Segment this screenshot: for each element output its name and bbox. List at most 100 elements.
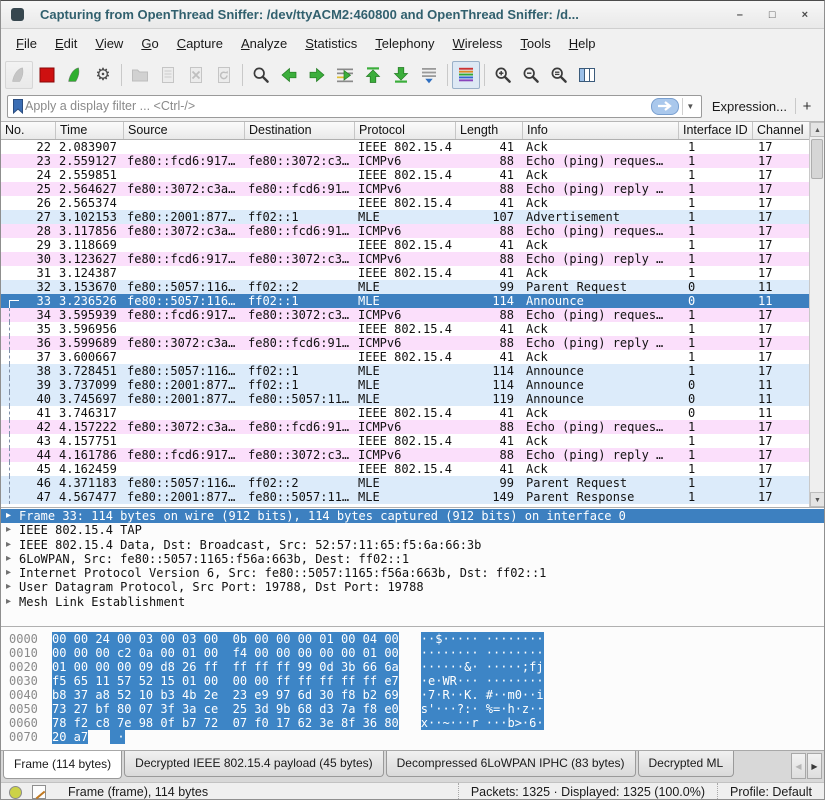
stop-capture-icon[interactable] [33,61,61,89]
packet-row-40[interactable]: 403.745697fe80::2001:877…fe80::5057:11…M… [1,392,809,406]
hex-ascii[interactable]: ·e·WR··· ········ [421,674,544,688]
column-header-channel[interactable]: Channel [753,122,811,139]
hex-bytes[interactable]: b8 37 a8 52 10 b3 4b 2e 23 e9 97 6d 30 f… [52,688,399,702]
byte-view-tab-0[interactable]: Frame (114 bytes) [3,751,122,779]
zoom-in-icon[interactable] [489,61,517,89]
hex-bytes[interactable]: 01 00 00 00 09 d8 26 ff ff ff ff 99 0d 3… [52,660,399,674]
packet-row-42[interactable]: 424.157222fe80::3072:c3a…fe80::fcd6:91…I… [1,420,809,434]
minimize-button[interactable]: – [737,10,743,20]
packet-row-23[interactable]: 232.559127fe80::fcd6:917…fe80::3072:c3…I… [1,154,809,168]
reload-file-icon[interactable] [210,61,238,89]
display-filter-field[interactable]: ▼ [7,95,702,118]
scroll-down-arrow-icon[interactable]: ▼ [810,492,825,507]
packet-row-24[interactable]: 242.559851IEEE 802.15.441Ack117 [1,168,809,182]
go-back-icon[interactable] [275,61,303,89]
hex-bytes[interactable]: 00 00 00 c2 0a 00 01 00 f4 00 00 00 00 0… [52,646,399,660]
packet-row-36[interactable]: 363.599689fe80::3072:c3a…fe80::fcd6:91…I… [1,336,809,350]
packet-row-26[interactable]: 262.565374IEEE 802.15.441Ack117 [1,196,809,210]
packet-row-47[interactable]: 474.567477fe80::2001:877…fe80::5057:11…M… [1,490,809,504]
packet-row-29[interactable]: 293.118669IEEE 802.15.441Ack117 [1,238,809,252]
colorize-icon[interactable] [452,61,480,89]
save-file-icon[interactable] [154,61,182,89]
column-header-length[interactable]: Length [456,122,523,139]
packet-list-scrollbar[interactable]: ▲ ▼ [809,122,824,507]
menu-go[interactable]: Go [132,32,167,55]
packet-row-22[interactable]: 222.083907IEEE 802.15.441Ack117 [1,140,809,154]
tab-scroll-right-icon[interactable]: ▶ [807,753,822,779]
detail-line-5[interactable]: ▸User Datagram Protocol, Src Port: 19788… [1,580,824,594]
scroll-up-arrow-icon[interactable]: ▲ [810,122,825,137]
go-to-packet-icon[interactable] [331,61,359,89]
expander-triangle-icon[interactable]: ▸ [6,552,11,566]
detail-line-2[interactable]: ▸IEEE 802.15.4 Data, Dst: Broadcast, Src… [1,538,824,552]
expander-triangle-icon[interactable]: ▸ [6,595,11,609]
packet-row-38[interactable]: 383.728451fe80::5057:116…ff02::1MLE114An… [1,364,809,378]
detail-line-3[interactable]: ▸6LoWPAN, Src: fe80::5057:1165:f56a:663b… [1,552,824,566]
display-filter-input[interactable] [25,99,651,113]
expander-triangle-icon[interactable]: ▸ [6,509,11,523]
scrollbar-thumb[interactable] [811,139,823,179]
packet-row-33[interactable]: 333.236526fe80::5057:116…ff02::1MLE114An… [1,294,809,308]
hex-ascii[interactable]: ······&· ·····;fj [421,660,544,674]
byte-view-tab-3[interactable]: Decrypted ML [638,751,735,777]
hex-row-0000[interactable]: 000000 00 24 00 03 00 03 00 0b 00 00 00 … [1,632,824,646]
hex-row-0010[interactable]: 001000 00 00 c2 0a 00 01 00 f4 00 00 00 … [1,646,824,660]
packet-row-39[interactable]: 393.737099fe80::2001:877…ff02::1MLE114An… [1,378,809,392]
packet-row-41[interactable]: 413.746317IEEE 802.15.441Ack011 [1,406,809,420]
start-capture-icon[interactable] [5,61,33,89]
bookmark-icon[interactable] [11,98,25,115]
go-last-icon[interactable] [387,61,415,89]
zoom-out-icon[interactable] [517,61,545,89]
packet-row-31[interactable]: 313.124387IEEE 802.15.441Ack117 [1,266,809,280]
menu-file[interactable]: File [7,32,46,55]
packet-row-46[interactable]: 464.371183fe80::5057:116…ff02::2MLE99Par… [1,476,809,490]
byte-view-tab-1[interactable]: Decrypted IEEE 802.15.4 payload (45 byte… [124,751,383,777]
column-header-no-[interactable]: No. [1,122,56,139]
close-file-icon[interactable] [182,61,210,89]
hex-bytes[interactable]: 00 00 24 00 03 00 03 00 0b 00 00 00 01 0… [52,632,399,646]
status-profile[interactable]: Profile: Default [717,783,824,800]
hex-ascii[interactable]: s'···?:· %=·h·z·· [421,702,544,716]
packet-row-28[interactable]: 283.117856fe80::3072:c3a…fe80::fcd6:91…I… [1,224,809,238]
packet-row-27[interactable]: 273.102153fe80::2001:877…ff02::1MLE107Ad… [1,210,809,224]
menu-help[interactable]: Help [560,32,605,55]
resize-columns-icon[interactable] [573,61,601,89]
add-filter-button[interactable]: + [796,98,818,115]
capture-comment-icon[interactable] [32,785,46,799]
packet-row-37[interactable]: 373.600667IEEE 802.15.441Ack117 [1,350,809,364]
column-header-info[interactable]: Info [523,122,679,139]
packet-row-43[interactable]: 434.157751IEEE 802.15.441Ack117 [1,434,809,448]
byte-view-tab-2[interactable]: Decompressed 6LoWPAN IPHC (83 bytes) [386,751,636,777]
column-header-protocol[interactable]: Protocol [355,122,456,139]
hex-row-0030[interactable]: 0030f5 65 11 57 52 15 01 00 00 00 ff ff … [1,674,824,688]
hex-bytes[interactable]: 78 f2 c8 7e 98 0f b7 72 07 f0 17 62 3e 8… [52,716,399,730]
packet-row-34[interactable]: 343.595939fe80::fcd6:917…fe80::3072:c3…I… [1,308,809,322]
expert-info-icon[interactable] [9,786,22,799]
restart-capture-icon[interactable] [61,61,89,89]
expander-triangle-icon[interactable]: ▸ [6,538,11,552]
expander-triangle-icon[interactable]: ▸ [6,523,11,537]
detail-line-0[interactable]: ▸Frame 33: 114 bytes on wire (912 bits),… [1,509,824,523]
capture-options-icon[interactable]: ⚙ [89,61,117,89]
menu-statistics[interactable]: Statistics [296,32,366,55]
packet-row-35[interactable]: 353.596956IEEE 802.15.441Ack117 [1,322,809,336]
expander-triangle-icon[interactable]: ▸ [6,566,11,580]
open-file-icon[interactable] [126,61,154,89]
hex-row-0060[interactable]: 006078 f2 c8 7e 98 0f b7 72 07 f0 17 62 … [1,716,824,730]
hex-row-0040[interactable]: 0040b8 37 a8 52 10 b3 4b 2e 23 e9 97 6d … [1,688,824,702]
zoom-100-icon[interactable] [545,61,573,89]
menu-view[interactable]: View [86,32,132,55]
menu-wireless[interactable]: Wireless [444,32,512,55]
menu-telephony[interactable]: Telephony [366,32,443,55]
detail-line-4[interactable]: ▸Internet Protocol Version 6, Src: fe80:… [1,566,824,580]
hex-bytes[interactable]: 73 27 bf 80 07 3f 3a ce 25 3d 9b 68 d3 7… [52,702,399,716]
menu-edit[interactable]: Edit [46,32,86,55]
packet-row-45[interactable]: 454.162459IEEE 802.15.441Ack117 [1,462,809,476]
hex-ascii[interactable]: · [110,730,124,744]
maximize-button[interactable]: □ [769,10,776,20]
detail-line-6[interactable]: ▸Mesh Link Establishment [1,595,824,609]
menu-analyze[interactable]: Analyze [232,32,296,55]
splitter-handle[interactable]: ······ [393,626,417,629]
go-first-icon[interactable] [359,61,387,89]
column-header-source[interactable]: Source [124,122,245,139]
